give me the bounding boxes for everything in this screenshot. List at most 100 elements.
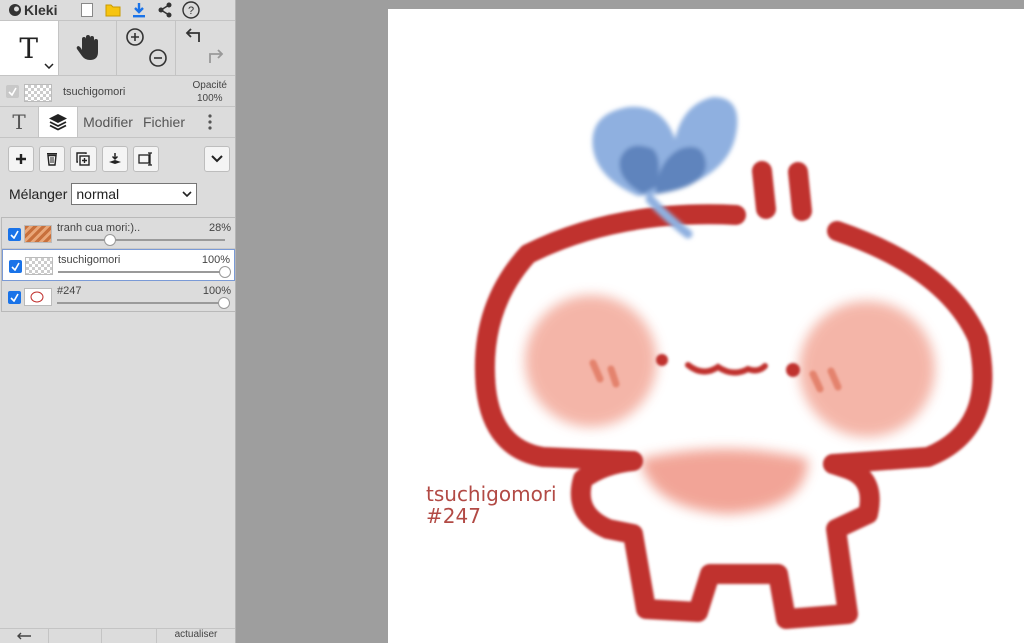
layer-thumbnail bbox=[24, 288, 52, 306]
opacity-slider-track[interactable] bbox=[57, 239, 225, 241]
top-toolbar: Kleki ? bbox=[0, 0, 235, 21]
download-button[interactable] bbox=[126, 0, 152, 20]
layer-actions bbox=[0, 138, 235, 180]
add-layer-button[interactable] bbox=[8, 146, 35, 172]
more-menu-button[interactable] bbox=[190, 107, 230, 137]
kleki-logo-icon bbox=[9, 4, 21, 16]
expand-actions-button[interactable] bbox=[203, 146, 231, 172]
opacity-slider-handle[interactable] bbox=[218, 297, 230, 309]
open-folder-button[interactable] bbox=[100, 0, 126, 20]
current-layer-name: tsuchigomori bbox=[63, 86, 126, 98]
tab-text-tool[interactable]: T bbox=[0, 107, 38, 137]
layer-opacity: 100% bbox=[202, 285, 231, 297]
duplicate-icon bbox=[76, 152, 91, 166]
tab-fichier[interactable]: Fichier bbox=[138, 107, 190, 137]
merge-layer-button[interactable] bbox=[101, 146, 128, 172]
blend-label: Mélanger bbox=[9, 186, 68, 202]
layer-visibility-checkbox[interactable] bbox=[8, 228, 21, 241]
back-button[interactable] bbox=[0, 629, 49, 643]
tab-layers[interactable] bbox=[38, 107, 78, 137]
cheek-right bbox=[799, 301, 935, 437]
opacity-slider-handle[interactable] bbox=[104, 234, 116, 246]
blend-mode-select[interactable]: normal bbox=[71, 183, 198, 205]
opacity-slider-handle[interactable] bbox=[219, 266, 231, 278]
help-icon: ? bbox=[182, 1, 200, 19]
tool-row: T bbox=[0, 21, 235, 76]
drawing-canvas[interactable]: tsuchigomori #247 bbox=[388, 9, 1024, 643]
opacity-slider-track[interactable] bbox=[57, 302, 225, 304]
signature-number: #247 bbox=[426, 504, 481, 528]
undo-redo-tools bbox=[176, 21, 235, 75]
app-name: Kleki bbox=[24, 2, 58, 18]
text-tab-icon: T bbox=[12, 110, 26, 134]
layer-opacity: 28% bbox=[208, 222, 231, 234]
app-logo: Kleki bbox=[8, 2, 74, 18]
zoom-tools bbox=[117, 21, 176, 75]
opacity-label: Opacité bbox=[192, 80, 227, 91]
blend-row: Mélanger normal bbox=[0, 180, 235, 208]
text-tool-button[interactable]: T bbox=[0, 21, 59, 75]
undo-icon[interactable] bbox=[183, 27, 203, 45]
zoom-in-icon[interactable] bbox=[125, 27, 145, 47]
plus-icon bbox=[16, 154, 27, 164]
check-icon bbox=[10, 293, 19, 302]
sidebar: Kleki ? T tsuchigomori Opacité 100% T Mo… bbox=[0, 0, 236, 643]
layers-icon bbox=[49, 114, 67, 131]
canvas-area[interactable]: tsuchigomori #247 bbox=[236, 0, 1024, 643]
download-icon bbox=[133, 3, 145, 18]
layer-row[interactable]: #247 100% bbox=[2, 281, 235, 311]
footer-slot[interactable] bbox=[102, 629, 157, 643]
trash-icon bbox=[47, 153, 58, 166]
signature-name: tsuchigomori bbox=[426, 482, 557, 506]
drawing-artwork: tsuchigomori #247 bbox=[426, 97, 993, 629]
duplicate-layer-button[interactable] bbox=[70, 146, 97, 172]
refresh-button[interactable]: actualiser bbox=[157, 629, 235, 643]
delete-layer-button[interactable] bbox=[39, 146, 66, 172]
chevron-down-icon bbox=[43, 63, 54, 69]
layer-name: tsuchigomori bbox=[58, 254, 121, 266]
layer-thumbnail bbox=[25, 257, 53, 275]
hand-icon bbox=[76, 35, 99, 60]
more-vertical-icon bbox=[208, 114, 212, 130]
new-file-icon bbox=[81, 3, 93, 17]
new-file-button[interactable] bbox=[74, 0, 100, 20]
footer-slot[interactable] bbox=[49, 629, 102, 643]
chevron-down-icon bbox=[182, 191, 192, 197]
arrow-left-icon bbox=[17, 632, 31, 640]
layer-thumbnail bbox=[24, 84, 52, 102]
layer-opacity: 100% bbox=[201, 254, 230, 266]
layer-thumbnail bbox=[24, 225, 52, 243]
opacity-value: 100% bbox=[196, 93, 223, 104]
chevron-down-icon bbox=[211, 155, 223, 163]
share-icon bbox=[158, 2, 172, 18]
opacity-display: Opacité 100% bbox=[193, 79, 227, 105]
check-icon bbox=[10, 230, 19, 239]
layer-name: tranh cua mori:).. bbox=[57, 222, 141, 234]
check-icon bbox=[8, 87, 17, 96]
rename-layer-button[interactable] bbox=[132, 146, 159, 172]
rename-icon bbox=[138, 152, 152, 166]
sidebar-footer: actualiser bbox=[0, 628, 235, 643]
svg-text:?: ? bbox=[188, 5, 194, 17]
current-layer-info: tsuchigomori Opacité 100% bbox=[0, 76, 235, 107]
help-button[interactable]: ? bbox=[178, 0, 204, 20]
layer-visibility-checkbox[interactable] bbox=[9, 260, 22, 273]
tab-modifier[interactable]: Modifier bbox=[78, 107, 138, 137]
layer-name: #247 bbox=[57, 285, 82, 297]
redo-icon[interactable] bbox=[206, 48, 226, 66]
zoom-out-icon[interactable] bbox=[148, 48, 168, 68]
tab-bar: T Modifier Fichier bbox=[0, 107, 235, 138]
belly-blush bbox=[640, 449, 808, 514]
opacity-slider-track[interactable] bbox=[58, 271, 224, 273]
open-folder-icon bbox=[105, 4, 121, 17]
check-icon bbox=[11, 262, 20, 271]
hand-tool-button[interactable] bbox=[59, 21, 117, 75]
layer-row-active[interactable]: tsuchigomori 100% bbox=[2, 249, 235, 281]
layers-list: tranh cua mori:).. 28% tsuchigomori 100%… bbox=[1, 217, 235, 312]
share-button[interactable] bbox=[152, 0, 178, 20]
merge-down-icon bbox=[108, 153, 121, 164]
layer-visibility-checkbox[interactable] bbox=[6, 85, 19, 98]
layer-row[interactable]: tranh cua mori:).. 28% bbox=[2, 218, 235, 249]
text-tool-label: T bbox=[19, 31, 39, 65]
layer-visibility-checkbox[interactable] bbox=[8, 291, 21, 304]
